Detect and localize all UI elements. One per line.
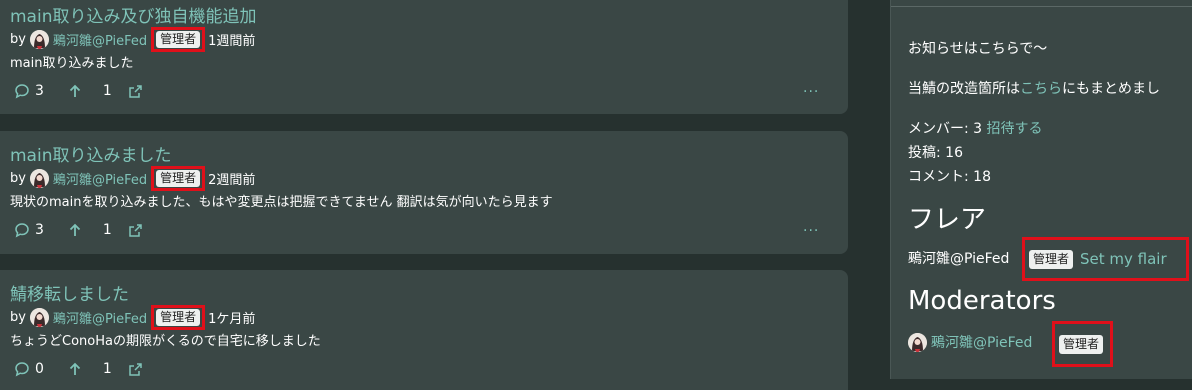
post-actions: 3 1 [14, 82, 143, 100]
post-time: 1週間前 [208, 33, 256, 49]
author-link[interactable]: 鵐河雛@PieFed [53, 308, 147, 327]
modified-line: 当鯖の改造箇所はこちらにもまとめまし [908, 78, 1160, 98]
comment-icon[interactable] [14, 222, 30, 238]
flair-highlight: 管理者 Set my flair [1022, 237, 1189, 281]
comment-icon[interactable] [14, 83, 30, 99]
external-link-icon[interactable] [128, 223, 143, 238]
invite-link[interactable]: 招待する [987, 121, 1043, 137]
moderator-link[interactable]: 鵐河雛@PieFed [931, 332, 1032, 352]
post-title[interactable]: 鯖移転しました [10, 280, 129, 305]
comments-stat: コメント: 18 [908, 169, 991, 185]
post-time: 1ケ月前 [208, 311, 256, 327]
post-title[interactable]: main取り込み及び独自機能追加 [10, 2, 256, 27]
post-actions: 0 1 [14, 360, 143, 378]
post-actions: 3 1 [14, 221, 143, 239]
avatar[interactable] [29, 307, 49, 327]
post-card: main取り込みました by 鵐河雛@PieFed 管理者 2週間前 現状のma… [0, 131, 848, 254]
more-options-icon[interactable]: ··· [803, 223, 819, 239]
post-body: 現状のmainを取り込みました、もはや変更点は把握できてません 翻訳は気が向いた… [10, 195, 553, 210]
vote-count: 1 [102, 222, 112, 238]
avatar[interactable] [908, 332, 927, 352]
upvote-icon[interactable] [68, 84, 82, 98]
comment-count[interactable]: 3 [35, 222, 44, 238]
vote-count: 1 [102, 83, 112, 99]
modified-prefix: 当鯖の改造箇所は [908, 81, 1020, 97]
flair-highlight: 管理者 [151, 26, 206, 52]
flair-heading: フレア [908, 205, 987, 235]
members-label: メンバー: 3 [908, 121, 983, 137]
flair-badge: 管理者 [156, 308, 201, 326]
flair-badge: 管理者 [1059, 334, 1104, 354]
upvote-icon[interactable] [68, 223, 82, 237]
comment-count[interactable]: 3 [35, 83, 44, 99]
post-meta: by 鵐河雛@PieFed 管理者 2週間前 [10, 165, 256, 191]
post-card: main取り込み及び独自機能追加 by 鵐河雛@PieFed 管理者 1週間前 … [0, 0, 848, 114]
post-body: main取り込みました [10, 56, 134, 71]
post-meta: by 鵐河雛@PieFed 管理者 1ケ月前 [10, 304, 256, 330]
avatar[interactable] [29, 168, 49, 188]
by-label: by [10, 170, 26, 186]
moderators-heading: Moderators [908, 286, 1056, 316]
comment-count[interactable]: 0 [35, 361, 44, 377]
by-label: by [10, 31, 26, 47]
comment-icon[interactable] [14, 361, 30, 377]
members-line: メンバー: 3 招待する [908, 118, 1043, 138]
post-body: ちょうどConoHaの期限がくるので自宅に移しました [10, 334, 321, 349]
flair-highlight: 管理者 [151, 304, 206, 330]
set-flair-link[interactable]: Set my flair [1080, 250, 1167, 268]
posts-stat: 投稿: 16 [908, 145, 963, 161]
flair-badge: 管理者 [1029, 249, 1074, 269]
author-link[interactable]: 鵐河雛@PieFed [53, 169, 147, 188]
external-link-icon[interactable] [128, 84, 143, 99]
flair-highlight: 管理者 [151, 165, 206, 191]
vote-count: 1 [102, 361, 112, 377]
external-link-icon[interactable] [128, 362, 143, 377]
more-options-icon[interactable]: ··· [803, 84, 819, 100]
community-sidebar: お知らせはこちらで〜 当鯖の改造箇所はこちらにもまとめまし メンバー: 3 招待… [890, 0, 1192, 379]
modified-suffix: にもまとめまし [1062, 81, 1160, 97]
modified-link[interactable]: こちら [1020, 81, 1062, 97]
avatar[interactable] [29, 29, 49, 49]
post-meta: by 鵐河雛@PieFed 管理者 1週間前 [10, 26, 256, 52]
post-card: 鯖移転しました by 鵐河雛@PieFed 管理者 1ケ月前 ちょうどConoH… [0, 270, 848, 390]
notice-text: お知らせはこちらで〜 [908, 41, 1048, 57]
post-time: 2週間前 [208, 172, 256, 188]
flair-user[interactable]: 鵐河雛@PieFed [908, 248, 1009, 268]
post-title[interactable]: main取り込みました [10, 141, 171, 166]
post-feed: main取り込み及び独自機能追加 by 鵐河雛@PieFed 管理者 1週間前 … [0, 0, 890, 390]
author-link[interactable]: 鵐河雛@PieFed [53, 30, 147, 49]
flair-badge: 管理者 [156, 30, 201, 48]
flair-badge: 管理者 [156, 169, 201, 187]
upvote-icon[interactable] [68, 362, 82, 376]
flair-highlight: 管理者 [1052, 321, 1113, 367]
moderator-row: 鵐河雛@PieFed [908, 332, 1032, 352]
divider [891, 0, 1192, 7]
by-label: by [10, 309, 26, 325]
